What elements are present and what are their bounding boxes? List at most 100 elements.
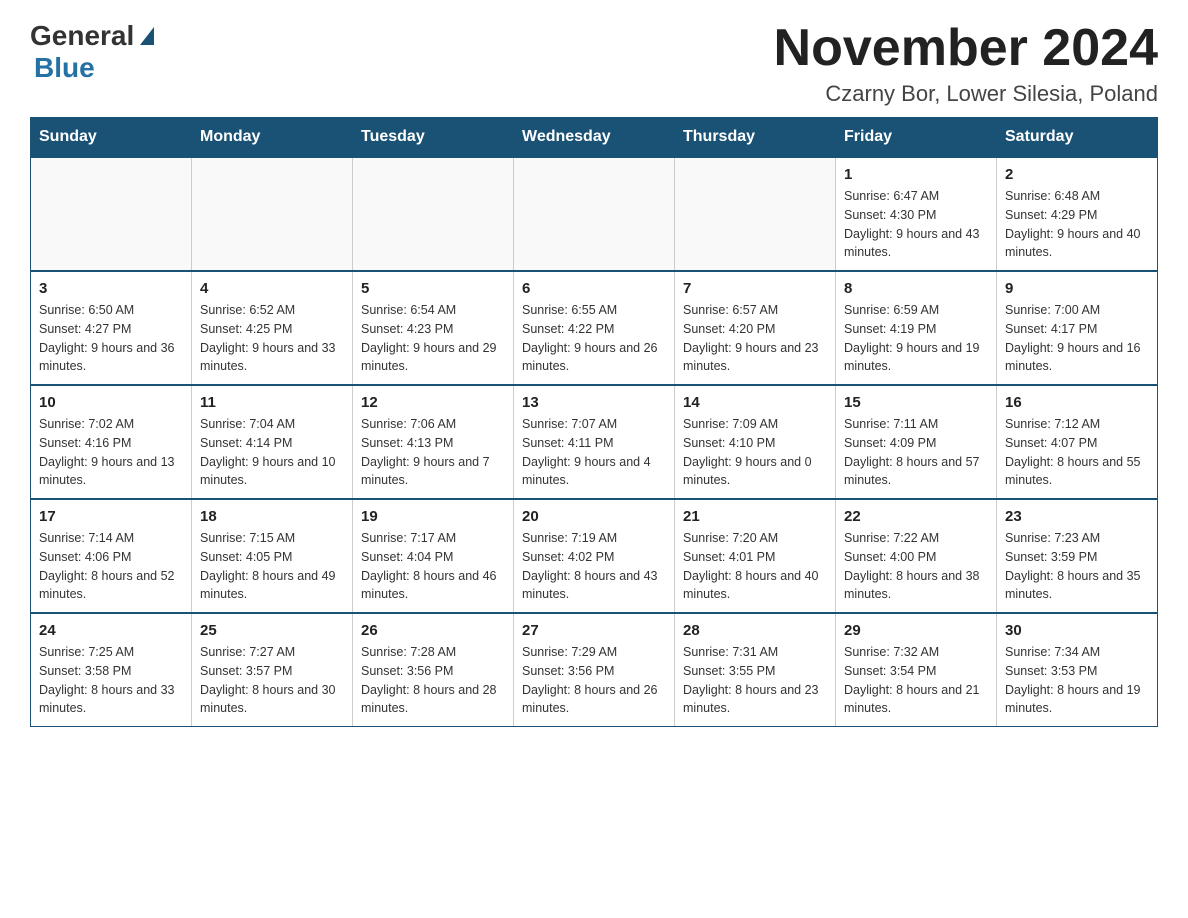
day-info: Sunrise: 7:14 AM Sunset: 4:06 PM Dayligh… xyxy=(39,529,183,604)
calendar-table: SundayMondayTuesdayWednesdayThursdayFrid… xyxy=(30,117,1158,727)
day-number: 12 xyxy=(361,394,505,411)
day-info: Sunrise: 6:57 AM Sunset: 4:20 PM Dayligh… xyxy=(683,301,827,376)
calendar-cell xyxy=(353,157,514,271)
calendar-cell: 10 Sunrise: 7:02 AM Sunset: 4:16 PM Dayli… xyxy=(31,385,192,499)
day-info: Sunrise: 7:29 AM Sunset: 3:56 PM Dayligh… xyxy=(522,643,666,718)
day-info: Sunrise: 7:11 AM Sunset: 4:09 PM Dayligh… xyxy=(844,415,988,490)
day-info: Sunrise: 6:59 AM Sunset: 4:19 PM Dayligh… xyxy=(844,301,988,376)
day-number: 30 xyxy=(1005,622,1149,639)
day-info: Sunrise: 7:34 AM Sunset: 3:53 PM Dayligh… xyxy=(1005,643,1149,718)
day-number: 22 xyxy=(844,508,988,525)
calendar-cell: 17 Sunrise: 7:14 AM Sunset: 4:06 PM Dayli… xyxy=(31,499,192,613)
calendar-cell: 27 Sunrise: 7:29 AM Sunset: 3:56 PM Dayli… xyxy=(514,613,675,727)
day-info: Sunrise: 7:20 AM Sunset: 4:01 PM Dayligh… xyxy=(683,529,827,604)
day-number: 11 xyxy=(200,394,344,411)
col-header-sunday: Sunday xyxy=(31,118,192,158)
day-number: 4 xyxy=(200,280,344,297)
day-info: Sunrise: 7:25 AM Sunset: 3:58 PM Dayligh… xyxy=(39,643,183,718)
calendar-cell: 21 Sunrise: 7:20 AM Sunset: 4:01 PM Dayli… xyxy=(675,499,836,613)
day-number: 29 xyxy=(844,622,988,639)
calendar-cell: 11 Sunrise: 7:04 AM Sunset: 4:14 PM Dayli… xyxy=(192,385,353,499)
calendar-cell: 6Sunrise: 6:55 AM Sunset: 4:22 PM Daylig… xyxy=(514,271,675,385)
calendar-cell: 1Sunrise: 6:47 AM Sunset: 4:30 PM Daylig… xyxy=(836,157,997,271)
calendar-cell: 26 Sunrise: 7:28 AM Sunset: 3:56 PM Dayli… xyxy=(353,613,514,727)
calendar-cell: 23Sunrise: 7:23 AM Sunset: 3:59 PM Dayli… xyxy=(997,499,1158,613)
calendar-cell: 29 Sunrise: 7:32 AM Sunset: 3:54 PM Dayli… xyxy=(836,613,997,727)
logo-text: General xyxy=(30,20,154,52)
day-number: 28 xyxy=(683,622,827,639)
day-number: 17 xyxy=(39,508,183,525)
col-header-thursday: Thursday xyxy=(675,118,836,158)
day-number: 21 xyxy=(683,508,827,525)
calendar-cell: 28 Sunrise: 7:31 AM Sunset: 3:55 PM Dayli… xyxy=(675,613,836,727)
day-info: Sunrise: 7:31 AM Sunset: 3:55 PM Dayligh… xyxy=(683,643,827,718)
calendar-cell: 9 Sunrise: 7:00 AM Sunset: 4:17 PM Daylig… xyxy=(997,271,1158,385)
day-number: 13 xyxy=(522,394,666,411)
day-number: 23 xyxy=(1005,508,1149,525)
day-info: Sunrise: 7:28 AM Sunset: 3:56 PM Dayligh… xyxy=(361,643,505,718)
day-number: 20 xyxy=(522,508,666,525)
day-info: Sunrise: 6:48 AM Sunset: 4:29 PM Dayligh… xyxy=(1005,187,1149,262)
day-number: 2 xyxy=(1005,166,1149,183)
col-header-friday: Friday xyxy=(836,118,997,158)
col-header-wednesday: Wednesday xyxy=(514,118,675,158)
day-info: Sunrise: 7:09 AM Sunset: 4:10 PM Dayligh… xyxy=(683,415,827,490)
day-info: Sunrise: 7:02 AM Sunset: 4:16 PM Dayligh… xyxy=(39,415,183,490)
day-number: 8 xyxy=(844,280,988,297)
col-header-tuesday: Tuesday xyxy=(353,118,514,158)
calendar-cell: 8 Sunrise: 6:59 AM Sunset: 4:19 PM Daylig… xyxy=(836,271,997,385)
calendar-cell: 24 Sunrise: 7:25 AM Sunset: 3:58 PM Dayli… xyxy=(31,613,192,727)
logo-general: General xyxy=(30,20,134,52)
location-title: Czarny Bor, Lower Silesia, Poland xyxy=(774,81,1158,107)
day-number: 26 xyxy=(361,622,505,639)
day-number: 5 xyxy=(361,280,505,297)
calendar-cell: 12Sunrise: 7:06 AM Sunset: 4:13 PM Dayli… xyxy=(353,385,514,499)
calendar-week-row: 1Sunrise: 6:47 AM Sunset: 4:30 PM Daylig… xyxy=(31,157,1158,271)
day-info: Sunrise: 7:12 AM Sunset: 4:07 PM Dayligh… xyxy=(1005,415,1149,490)
col-header-saturday: Saturday xyxy=(997,118,1158,158)
logo: General Blue xyxy=(30,20,154,84)
day-number: 9 xyxy=(1005,280,1149,297)
day-number: 19 xyxy=(361,508,505,525)
day-number: 24 xyxy=(39,622,183,639)
day-info: Sunrise: 7:04 AM Sunset: 4:14 PM Dayligh… xyxy=(200,415,344,490)
calendar-cell: 13Sunrise: 7:07 AM Sunset: 4:11 PM Dayli… xyxy=(514,385,675,499)
day-info: Sunrise: 7:27 AM Sunset: 3:57 PM Dayligh… xyxy=(200,643,344,718)
day-info: Sunrise: 7:32 AM Sunset: 3:54 PM Dayligh… xyxy=(844,643,988,718)
day-info: Sunrise: 6:52 AM Sunset: 4:25 PM Dayligh… xyxy=(200,301,344,376)
day-info: Sunrise: 7:19 AM Sunset: 4:02 PM Dayligh… xyxy=(522,529,666,604)
logo-blue: Blue xyxy=(34,52,95,83)
calendar-cell: 20 Sunrise: 7:19 AM Sunset: 4:02 PM Dayli… xyxy=(514,499,675,613)
day-number: 16 xyxy=(1005,394,1149,411)
day-number: 25 xyxy=(200,622,344,639)
day-number: 27 xyxy=(522,622,666,639)
calendar-cell: 30 Sunrise: 7:34 AM Sunset: 3:53 PM Dayli… xyxy=(997,613,1158,727)
calendar-cell: 7 Sunrise: 6:57 AM Sunset: 4:20 PM Daylig… xyxy=(675,271,836,385)
day-info: Sunrise: 7:22 AM Sunset: 4:00 PM Dayligh… xyxy=(844,529,988,604)
day-info: Sunrise: 6:54 AM Sunset: 4:23 PM Dayligh… xyxy=(361,301,505,376)
month-title: November 2024 xyxy=(774,20,1158,77)
day-info: Sunrise: 6:50 AM Sunset: 4:27 PM Dayligh… xyxy=(39,301,183,376)
day-info: Sunrise: 7:17 AM Sunset: 4:04 PM Dayligh… xyxy=(361,529,505,604)
day-number: 7 xyxy=(683,280,827,297)
day-number: 14 xyxy=(683,394,827,411)
logo-triangle-icon xyxy=(140,27,154,45)
day-number: 15 xyxy=(844,394,988,411)
day-info: Sunrise: 7:00 AM Sunset: 4:17 PM Dayligh… xyxy=(1005,301,1149,376)
calendar-cell: 18Sunrise: 7:15 AM Sunset: 4:05 PM Dayli… xyxy=(192,499,353,613)
calendar-cell xyxy=(675,157,836,271)
calendar-cell: 16 Sunrise: 7:12 AM Sunset: 4:07 PM Dayli… xyxy=(997,385,1158,499)
day-number: 6 xyxy=(522,280,666,297)
page-header: General Blue November 2024 Czarny Bor, L… xyxy=(30,20,1158,107)
calendar-cell xyxy=(192,157,353,271)
day-number: 10 xyxy=(39,394,183,411)
calendar-cell: 4 Sunrise: 6:52 AM Sunset: 4:25 PM Daylig… xyxy=(192,271,353,385)
calendar-cell: 19 Sunrise: 7:17 AM Sunset: 4:04 PM Dayli… xyxy=(353,499,514,613)
calendar-cell: 25 Sunrise: 7:27 AM Sunset: 3:57 PM Dayli… xyxy=(192,613,353,727)
calendar-cell: 15 Sunrise: 7:11 AM Sunset: 4:09 PM Dayli… xyxy=(836,385,997,499)
calendar-cell: 2 Sunrise: 6:48 AM Sunset: 4:29 PM Daylig… xyxy=(997,157,1158,271)
calendar-cell: 22 Sunrise: 7:22 AM Sunset: 4:00 PM Dayli… xyxy=(836,499,997,613)
calendar-cell xyxy=(514,157,675,271)
calendar-week-row: 24 Sunrise: 7:25 AM Sunset: 3:58 PM Dayli… xyxy=(31,613,1158,727)
day-number: 1 xyxy=(844,166,988,183)
